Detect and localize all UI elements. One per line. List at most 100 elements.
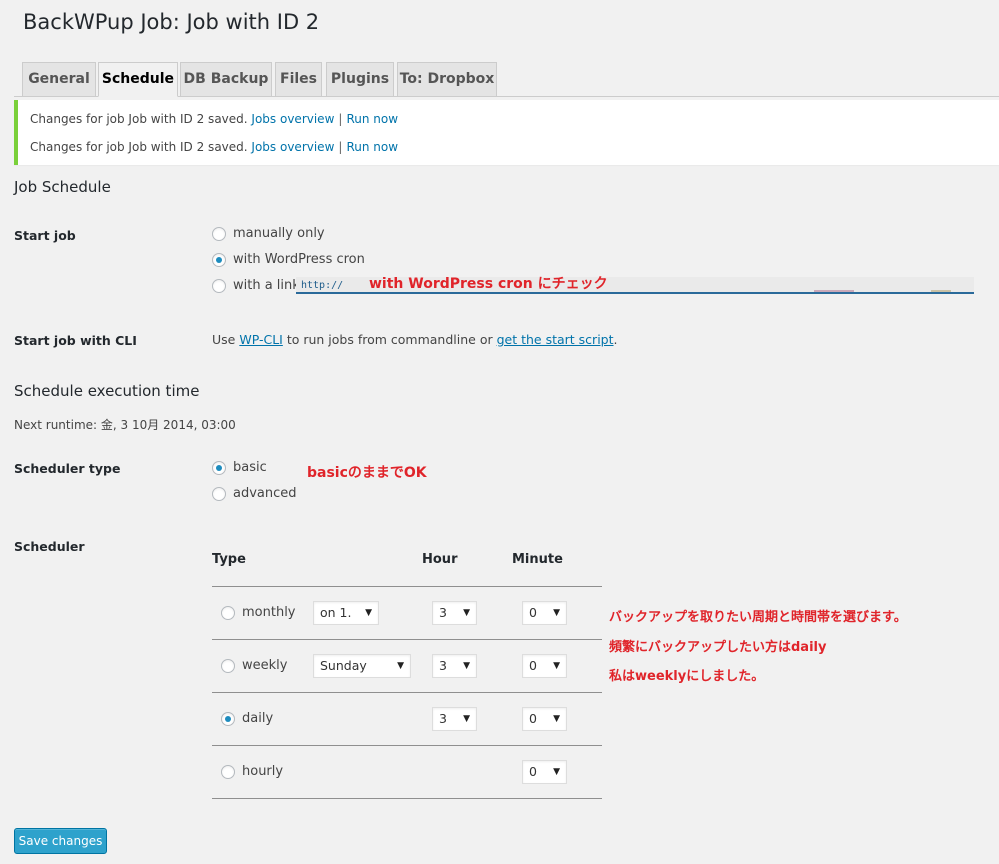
notice-text: Changes for job Job with ID 2 saved. xyxy=(30,112,248,126)
hourly-minute-select[interactable]: 0 ▼ xyxy=(522,760,567,784)
option-label: with a link xyxy=(233,278,300,293)
notice-line: Changes for job Job with ID 2 saved. Job… xyxy=(30,112,398,126)
divider xyxy=(212,692,602,693)
radio-button-checked[interactable] xyxy=(212,252,226,267)
schedule-daily-option[interactable]: daily xyxy=(221,711,273,726)
tab-schedule[interactable]: Schedule xyxy=(98,62,178,97)
divider xyxy=(212,586,602,587)
option-label: advanced xyxy=(233,486,297,501)
start-script-link[interactable]: get the start script xyxy=(497,332,614,347)
tab-to-dropbox[interactable]: To: Dropbox xyxy=(397,62,497,97)
chevron-down-icon: ▼ xyxy=(397,661,404,671)
scheduler-annotation-3: 私はweeklyにしました。 xyxy=(609,669,765,684)
scheduler-label: Scheduler xyxy=(14,539,85,554)
nav-tabs: General Schedule DB Backup Files Plugins… xyxy=(14,62,999,97)
separator: | xyxy=(338,140,343,154)
jobs-overview-link[interactable]: Jobs overview xyxy=(251,112,334,126)
tab-general[interactable]: General xyxy=(22,62,96,97)
scheduler-advanced-option[interactable]: advanced xyxy=(212,486,297,501)
weekly-day-select[interactable]: Sunday ▼ xyxy=(313,654,411,678)
radio-button-checked[interactable] xyxy=(212,460,226,475)
option-label: weekly xyxy=(242,658,288,673)
radio-button[interactable] xyxy=(212,278,226,293)
weekly-hour-select[interactable]: 3 ▼ xyxy=(432,654,477,678)
schedule-monthly-option[interactable]: monthly xyxy=(221,605,296,620)
option-label: daily xyxy=(242,711,274,726)
chevron-down-icon: ▼ xyxy=(463,661,470,671)
url-text: http:// xyxy=(301,280,344,291)
monthly-day-select[interactable]: on 1. ▼ xyxy=(313,601,379,625)
chevron-down-icon: ▼ xyxy=(553,767,560,777)
radio-button[interactable] xyxy=(212,486,226,501)
tab-files[interactable]: Files xyxy=(275,62,322,97)
option-label: basic xyxy=(233,460,267,475)
tab-db-backup[interactable]: DB Backup xyxy=(180,62,272,97)
start-wp-cron-option[interactable]: with WordPress cron xyxy=(212,252,365,267)
weekly-minute-select[interactable]: 0 ▼ xyxy=(522,654,567,678)
job-schedule-heading: Job Schedule xyxy=(14,178,111,196)
cli-prefix: Use xyxy=(212,332,240,347)
start-with-link-option[interactable]: with a link xyxy=(212,278,300,293)
option-label: with WordPress cron xyxy=(233,252,365,267)
chevron-down-icon: ▼ xyxy=(553,608,560,618)
notice-line: Changes for job Job with ID 2 saved. Job… xyxy=(30,140,398,154)
wp-cli-link[interactable]: WP-CLI xyxy=(239,332,283,347)
execution-time-heading: Schedule execution time xyxy=(14,382,200,400)
hour-header: Hour xyxy=(422,552,458,567)
jobs-overview-link[interactable]: Jobs overview xyxy=(251,140,334,154)
saved-notice: Changes for job Job with ID 2 saved. Job… xyxy=(14,100,999,165)
daily-minute-select[interactable]: 0 ▼ xyxy=(522,707,567,731)
daily-hour-select[interactable]: 3 ▼ xyxy=(432,707,477,731)
tab-plugins[interactable]: Plugins xyxy=(326,62,394,97)
cli-label: Start job with CLI xyxy=(14,333,137,348)
cli-middle: to run jobs from commandline or xyxy=(282,332,497,347)
monthly-minute-select[interactable]: 0 ▼ xyxy=(522,601,567,625)
cli-description: Use WP-CLI to run jobs from commandline … xyxy=(212,332,618,347)
select-value: 0 xyxy=(529,658,537,673)
option-label: hourly xyxy=(242,764,284,779)
radio-button[interactable] xyxy=(221,764,235,779)
radio-button-checked[interactable] xyxy=(221,711,235,726)
run-now-link[interactable]: Run now xyxy=(346,112,398,126)
notice-text: Changes for job Job with ID 2 saved. xyxy=(30,140,248,154)
chevron-down-icon: ▼ xyxy=(553,661,560,671)
select-value: 3 xyxy=(439,658,447,673)
minute-header: Minute xyxy=(512,552,563,567)
chevron-down-icon: ▼ xyxy=(463,608,470,618)
separator: | xyxy=(338,112,343,126)
scheduler-type-label: Scheduler type xyxy=(14,461,121,476)
radio-button[interactable] xyxy=(221,658,235,673)
scheduler-annotation-1: バックアップを取りたい周期と時間帯を選びます。 xyxy=(609,610,907,625)
cron-annotation: with WordPress cron にチェック xyxy=(369,276,608,292)
scheduler-annotation-2: 頻繁にバックアップしたい方はdaily xyxy=(609,640,827,655)
divider xyxy=(212,639,602,640)
select-value: Sunday xyxy=(320,658,367,673)
select-value: 0 xyxy=(529,711,537,726)
divider xyxy=(212,745,602,746)
option-label: monthly xyxy=(242,605,296,620)
monthly-hour-select[interactable]: 3 ▼ xyxy=(432,601,477,625)
chevron-down-icon: ▼ xyxy=(463,714,470,724)
divider xyxy=(212,798,602,799)
select-value: 0 xyxy=(529,605,537,620)
type-header: Type xyxy=(212,552,246,567)
schedule-hourly-option[interactable]: hourly xyxy=(221,764,283,779)
radio-button[interactable] xyxy=(221,605,235,620)
url-fragment xyxy=(814,290,854,292)
select-value: on 1. xyxy=(320,605,352,620)
chevron-down-icon: ▼ xyxy=(553,714,560,724)
start-manually-option[interactable]: manually only xyxy=(212,226,325,241)
start-job-label: Start job xyxy=(14,228,76,243)
chevron-down-icon: ▼ xyxy=(365,608,372,618)
cli-suffix: . xyxy=(613,332,618,347)
basic-annotation: basicのままでOK xyxy=(307,465,427,481)
save-changes-button[interactable]: Save changes xyxy=(14,828,107,854)
url-fragment xyxy=(931,290,951,292)
scheduler-basic-option[interactable]: basic xyxy=(212,460,267,475)
run-now-link[interactable]: Run now xyxy=(346,140,398,154)
select-value: 3 xyxy=(439,605,447,620)
radio-button[interactable] xyxy=(212,226,226,241)
select-value: 3 xyxy=(439,711,447,726)
schedule-weekly-option[interactable]: weekly xyxy=(221,658,287,673)
select-value: 0 xyxy=(529,764,537,779)
